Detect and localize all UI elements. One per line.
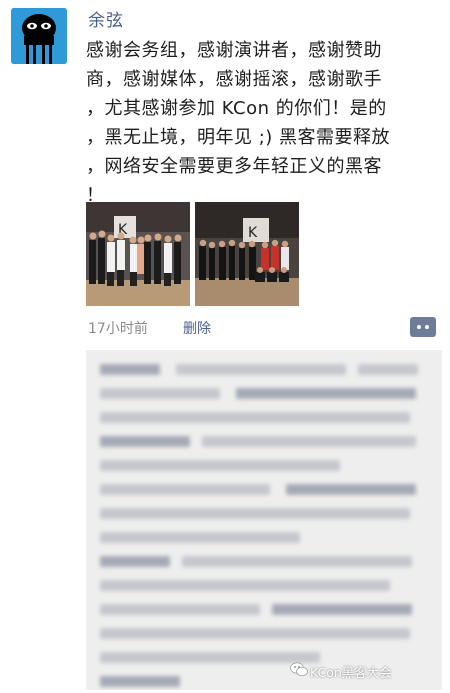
- comment-button[interactable]: [410, 317, 436, 337]
- post-line: ，网络安全需要更多年轻正义的黑客: [86, 156, 382, 177]
- post-line: 感谢会务组，感谢演讲者，感谢赞助: [86, 40, 382, 61]
- svg-text:K: K: [248, 225, 258, 241]
- wechat-icon: [290, 662, 308, 677]
- watermark-text: KCon黑客大会: [310, 665, 392, 680]
- alien-avatar-icon: [11, 8, 67, 64]
- post-photo-2[interactable]: K: [195, 202, 299, 306]
- delete-link[interactable]: 删除: [183, 318, 211, 338]
- post-photo-1[interactable]: K: [86, 202, 190, 306]
- post-timestamp: 17小时前: [88, 321, 148, 337]
- post-text: 感谢会务组，感谢演讲者，感谢赞助 商，感谢媒体，感谢摇滚，感谢歌手 ，尤其感谢参…: [86, 36, 436, 210]
- post-line: ，尤其感谢参加 KCon 的你们！是的: [86, 98, 387, 119]
- comments-section-blurred: [86, 350, 442, 690]
- avatar[interactable]: [11, 8, 67, 64]
- post-line: ，黑无止境，明年见 ;) 黑客需要释放: [86, 127, 391, 148]
- post-line: 商，感谢媒体，感谢摇滚，感谢歌手: [86, 69, 382, 90]
- post-author[interactable]: 余弦: [88, 6, 124, 31]
